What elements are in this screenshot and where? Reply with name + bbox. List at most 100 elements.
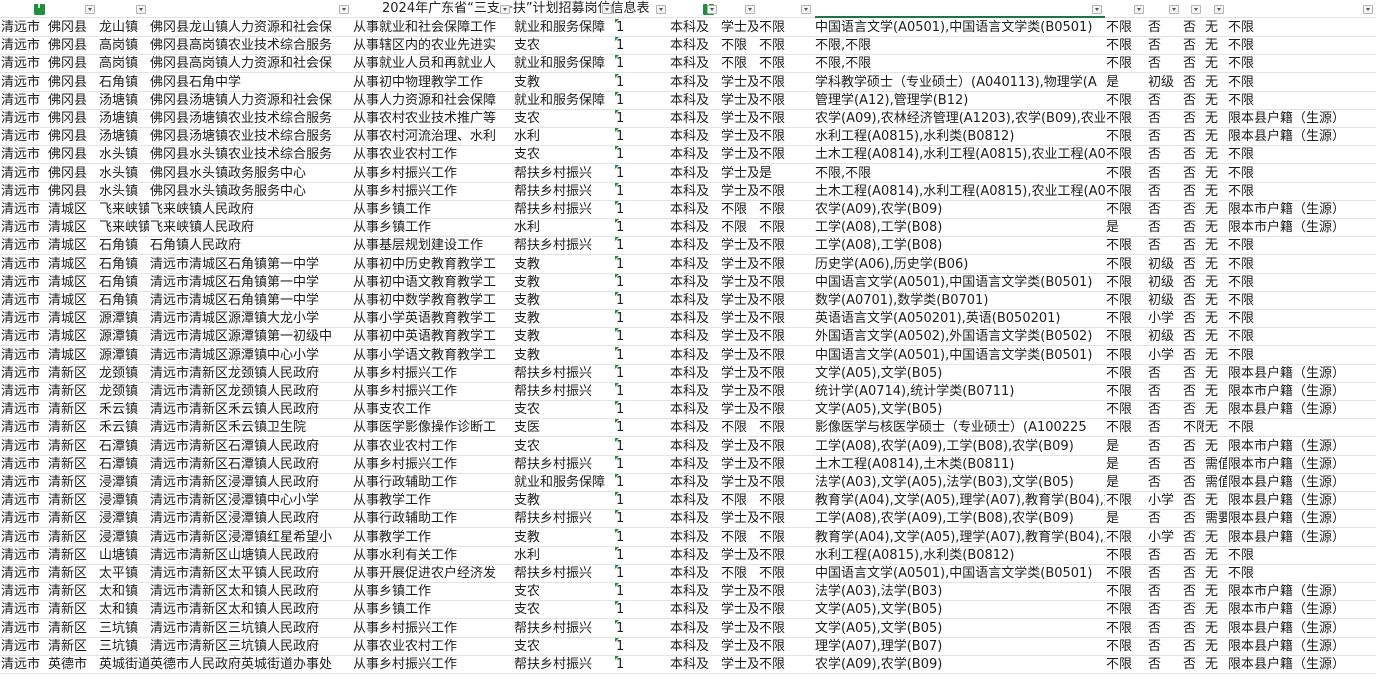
table-cell[interactable]: 否 <box>1182 37 1204 55</box>
table-cell[interactable]: 限本县户籍（生源） <box>1227 492 1376 510</box>
table-cell[interactable]: 清远市清城区石角镇第一中学 <box>149 256 352 274</box>
table-cell[interactable]: 飞来峡镇 <box>98 201 149 219</box>
table-cell[interactable]: 1 <box>615 601 669 619</box>
table-cell[interactable]: 帮扶乡村振兴 <box>513 383 615 401</box>
table-cell[interactable]: 飞来峡镇人民政府 <box>149 219 352 237</box>
table-cell[interactable]: 限本市户籍（生源） <box>1227 583 1376 601</box>
table-cell[interactable]: 学士及 <box>720 310 758 328</box>
table-cell[interactable]: 1 <box>615 128 669 146</box>
table-cell[interactable]: 无 <box>1204 365 1227 383</box>
table-cell[interactable]: 教育学(A04),文学(A05),理学(A07),教育学(B04),文 <box>814 492 1105 510</box>
table-cell[interactable]: 限本县户籍（生源） <box>1227 638 1376 656</box>
table-cell[interactable]: 是 <box>1105 438 1147 456</box>
table-cell[interactable]: 否 <box>1182 620 1204 638</box>
table-cell[interactable]: 就业和服务保障 <box>513 92 615 110</box>
filter-dropdown-icon[interactable] <box>500 5 510 14</box>
table-cell[interactable]: 清远市 <box>0 638 47 656</box>
table-cell[interactable]: 不限 <box>758 292 814 310</box>
table-cell[interactable]: 否 <box>1147 92 1182 110</box>
table-cell[interactable]: 清远市清城区源潭镇大龙小学 <box>149 310 352 328</box>
table-cell[interactable]: 需值 <box>1204 474 1227 492</box>
table-cell[interactable]: 清新区 <box>47 365 98 383</box>
table-cell[interactable]: 禾云镇 <box>98 419 149 437</box>
table-cell[interactable]: 帮扶乡村振兴 <box>513 510 615 528</box>
table-cell[interactable]: 1 <box>615 110 669 128</box>
table-cell[interactable]: 本科及 <box>669 529 720 547</box>
table-cell[interactable]: 清城区 <box>47 292 98 310</box>
table-cell[interactable]: 不限 <box>758 274 814 292</box>
table-cell[interactable]: 1 <box>615 201 669 219</box>
table-cell[interactable]: 不限 <box>1105 419 1147 437</box>
table-cell[interactable]: 否 <box>1182 510 1204 528</box>
table-cell[interactable]: 不限 <box>758 547 814 565</box>
table-cell[interactable]: 否 <box>1182 256 1204 274</box>
table-cell[interactable]: 1 <box>615 365 669 383</box>
table-cell[interactable]: 不限 <box>1105 256 1147 274</box>
table-cell[interactable]: 1 <box>615 529 669 547</box>
table-cell[interactable]: 学士及 <box>720 19 758 37</box>
table-cell[interactable]: 1 <box>615 620 669 638</box>
table-cell[interactable]: 不限 <box>720 419 758 437</box>
table-cell[interactable]: 清新区 <box>47 620 98 638</box>
table-cell[interactable]: 就业和服务保障 <box>513 55 615 73</box>
table-cell[interactable]: 无 <box>1204 656 1227 674</box>
table-cell[interactable]: 否 <box>1147 474 1182 492</box>
table-cell[interactable]: 否 <box>1147 19 1182 37</box>
table-cell[interactable]: 佛冈县龙山镇人力资源和社会保 <box>149 19 352 37</box>
table-cell[interactable]: 不限 <box>758 37 814 55</box>
table-cell[interactable]: 学士及 <box>720 383 758 401</box>
table-cell[interactable]: 1 <box>615 219 669 237</box>
table-cell[interactable]: 支农 <box>513 601 615 619</box>
table-cell[interactable]: 就业和服务保障 <box>513 19 615 37</box>
table-cell[interactable]: 清远市 <box>0 365 47 383</box>
table-cell[interactable]: 否 <box>1182 74 1204 92</box>
table-cell[interactable]: 水利 <box>513 547 615 565</box>
table-cell[interactable]: 佛冈县 <box>47 165 98 183</box>
table-cell[interactable]: 无 <box>1204 92 1227 110</box>
table-cell[interactable]: 汤塘镇 <box>98 128 149 146</box>
table-cell[interactable]: 从事乡镇工作 <box>352 201 513 219</box>
table-cell[interactable]: 是 <box>1105 474 1147 492</box>
table-cell[interactable]: 不限 <box>1227 419 1376 437</box>
table-cell[interactable]: 清远市 <box>0 292 47 310</box>
table-cell[interactable]: 1 <box>615 383 669 401</box>
table-cell[interactable]: 不限 <box>758 583 814 601</box>
table-cell[interactable]: 限本市户籍（生源） <box>1227 601 1376 619</box>
table-cell[interactable]: 不限 <box>720 492 758 510</box>
table-cell[interactable]: 1 <box>615 638 669 656</box>
table-cell[interactable]: 工学(A08),工学(B08) <box>814 237 1105 255</box>
table-cell[interactable]: 清城区 <box>47 347 98 365</box>
table-cell[interactable]: 不限 <box>1105 183 1147 201</box>
table-cell[interactable]: 不限 <box>1105 165 1147 183</box>
table-cell[interactable]: 否 <box>1147 110 1182 128</box>
table-cell[interactable]: 无 <box>1204 37 1227 55</box>
table-cell[interactable]: 源潭镇 <box>98 310 149 328</box>
table-cell[interactable]: 否 <box>1147 601 1182 619</box>
table-cell[interactable]: 不限 <box>1105 55 1147 73</box>
table-cell[interactable]: 不限 <box>758 128 814 146</box>
table-cell[interactable]: 清远市清新区石潭镇人民政府 <box>149 438 352 456</box>
table-cell[interactable]: 不限 <box>1105 565 1147 583</box>
table-cell[interactable]: 限本县户籍（生源） <box>1227 128 1376 146</box>
table-cell[interactable]: 学士及 <box>720 110 758 128</box>
table-cell[interactable]: 工学(A08),农学(A09),工学(B08),农学(B09) <box>814 438 1105 456</box>
table-cell[interactable]: 否 <box>1147 128 1182 146</box>
table-cell[interactable]: 不限 <box>758 146 814 164</box>
table-cell[interactable]: 清远市清城区源潭镇第一初级中 <box>149 328 352 346</box>
table-cell[interactable]: 限本市户籍（生源） <box>1227 219 1376 237</box>
table-cell[interactable]: 佛冈县 <box>47 146 98 164</box>
filter-dropdown-icon[interactable] <box>1214 5 1224 14</box>
filter-dropdown-icon[interactable] <box>1134 5 1144 14</box>
table-cell[interactable]: 清远市清新区禾云镇人民政府 <box>149 401 352 419</box>
table-cell[interactable]: 清远市 <box>0 438 47 456</box>
table-cell[interactable]: 石角镇 <box>98 256 149 274</box>
table-cell[interactable]: 需要 <box>1204 510 1227 528</box>
table-cell[interactable]: 小学 <box>1147 347 1182 365</box>
table-cell[interactable]: 本科及 <box>669 292 720 310</box>
table-cell[interactable]: 清远市 <box>0 601 47 619</box>
table-cell[interactable]: 从事就业人员和再就业人 <box>352 55 513 73</box>
table-cell[interactable]: 不限 <box>1182 419 1204 437</box>
table-cell[interactable]: 不限 <box>758 347 814 365</box>
table-cell[interactable]: 初级 <box>1147 292 1182 310</box>
table-cell[interactable]: 清远市清新区龙颈镇人民政府 <box>149 365 352 383</box>
